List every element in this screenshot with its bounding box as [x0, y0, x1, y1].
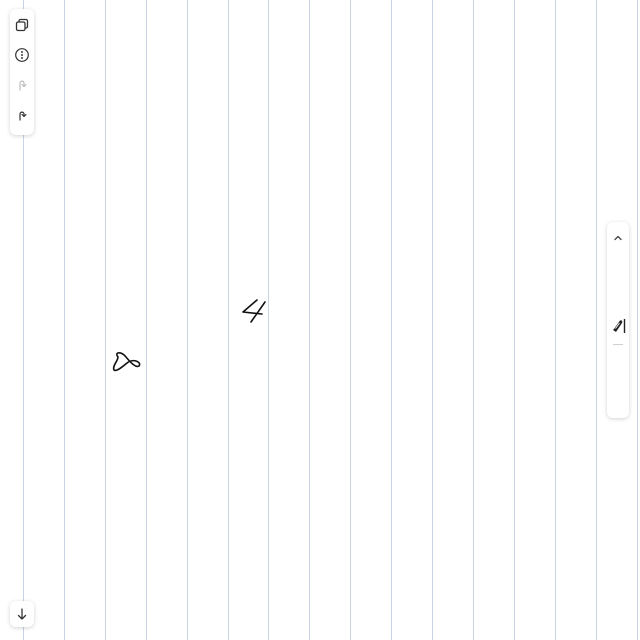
pen-tool-icon[interactable] [606, 314, 630, 338]
more-options-icon[interactable] [10, 43, 34, 67]
redo-icon[interactable] [10, 73, 34, 97]
drawing-canvas[interactable] [0, 0, 640, 640]
scroll-down-icon [17, 608, 27, 620]
undo-icon[interactable] [10, 103, 34, 127]
left-toolbar [10, 9, 34, 135]
collapse-up-icon[interactable] [606, 226, 630, 250]
pages-icon[interactable] [10, 13, 34, 37]
ruled-lines [23, 0, 638, 640]
right-tool-panel [607, 222, 629, 418]
panel-divider [613, 344, 623, 345]
scroll-down-button[interactable] [10, 601, 34, 627]
